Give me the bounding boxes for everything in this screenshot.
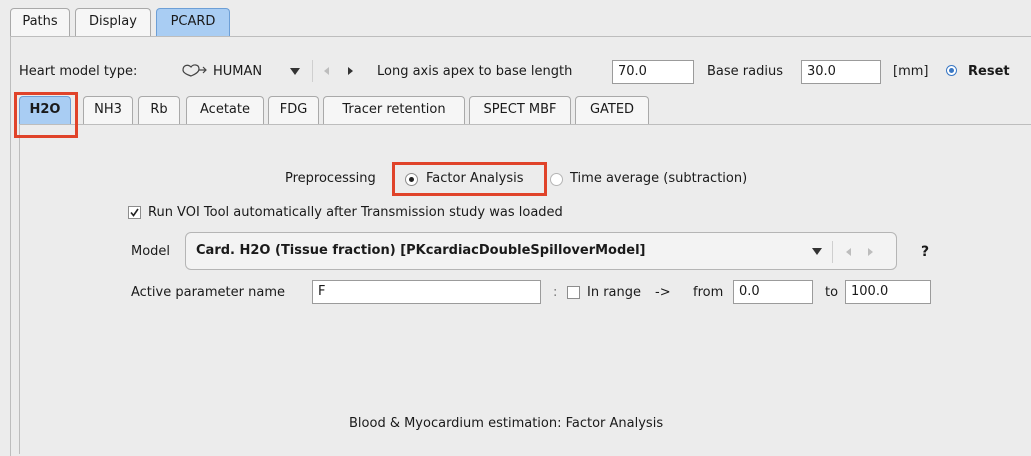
tab-nh3[interactable]: NH3 [83, 96, 133, 124]
model-prev-icon[interactable] [846, 248, 851, 256]
tab-pcard[interactable]: PCARD [156, 8, 230, 36]
from-input[interactable]: 0.0 [733, 280, 813, 304]
time-average-label[interactable]: Time average (subtraction) [570, 171, 747, 186]
heart-model-icon [179, 62, 209, 78]
next-arrow-icon[interactable] [348, 67, 353, 75]
tab-display[interactable]: Display [75, 8, 151, 36]
model-next-icon[interactable] [868, 248, 873, 256]
heart-model-label: Heart model type: [19, 64, 138, 79]
unit-label: [mm] [893, 64, 929, 79]
in-range-checkbox[interactable] [567, 286, 580, 299]
tab-spect-mbf[interactable]: SPECT MBF [469, 96, 571, 124]
tab-acetate[interactable]: Acetate [186, 96, 264, 124]
heart-model-value[interactable]: HUMAN [213, 64, 262, 79]
reset-button[interactable]: Reset [968, 64, 1010, 79]
tab-paths[interactable]: Paths [10, 8, 70, 36]
model-value: Card. H2O (Tissue fraction) [PKcardiacDo… [196, 243, 646, 258]
colon-label: : [553, 285, 558, 300]
apex-length-label: Long axis apex to base length [377, 64, 573, 79]
tab-fdg[interactable]: FDG [268, 96, 319, 124]
base-radius-input[interactable]: 30.0 [801, 60, 881, 84]
model-select[interactable]: Card. H2O (Tissue fraction) [PKcardiacDo… [185, 232, 897, 270]
status-text: Blood & Myocardium estimation: Factor An… [349, 416, 664, 431]
separator [312, 60, 313, 82]
prev-arrow-icon[interactable] [324, 67, 329, 75]
to-label: to [825, 285, 839, 300]
tab-tracer-retention[interactable]: Tracer retention [323, 96, 465, 124]
active-param-input[interactable]: F [312, 280, 541, 304]
model-label: Model [131, 244, 171, 259]
from-label: from [693, 285, 724, 300]
dropdown-arrow-icon[interactable] [290, 68, 300, 75]
tab-gated[interactable]: GATED [575, 96, 649, 124]
to-input[interactable]: 100.0 [845, 280, 931, 304]
model-separator [832, 241, 833, 263]
apex-length-input[interactable]: 70.0 [612, 60, 694, 84]
preprocessing-label: Preprocessing [285, 171, 376, 186]
reset-radio-icon[interactable] [946, 65, 957, 76]
time-average-radio[interactable] [550, 173, 563, 186]
base-radius-label: Base radius [707, 64, 783, 79]
h2o-highlight [14, 92, 78, 138]
range-arrow-label: -> [655, 285, 671, 300]
factor-analysis-highlight [392, 162, 547, 196]
tab-rb[interactable]: Rb [138, 96, 180, 124]
in-range-label: In range [587, 285, 642, 300]
model-dropdown-arrow-icon[interactable] [812, 248, 822, 255]
active-param-label: Active parameter name [131, 285, 285, 300]
checkbox-checked-icon[interactable] [128, 206, 141, 219]
help-button[interactable]: ? [921, 244, 929, 260]
voi-tool-label: Run VOI Tool automatically after Transmi… [148, 205, 563, 220]
